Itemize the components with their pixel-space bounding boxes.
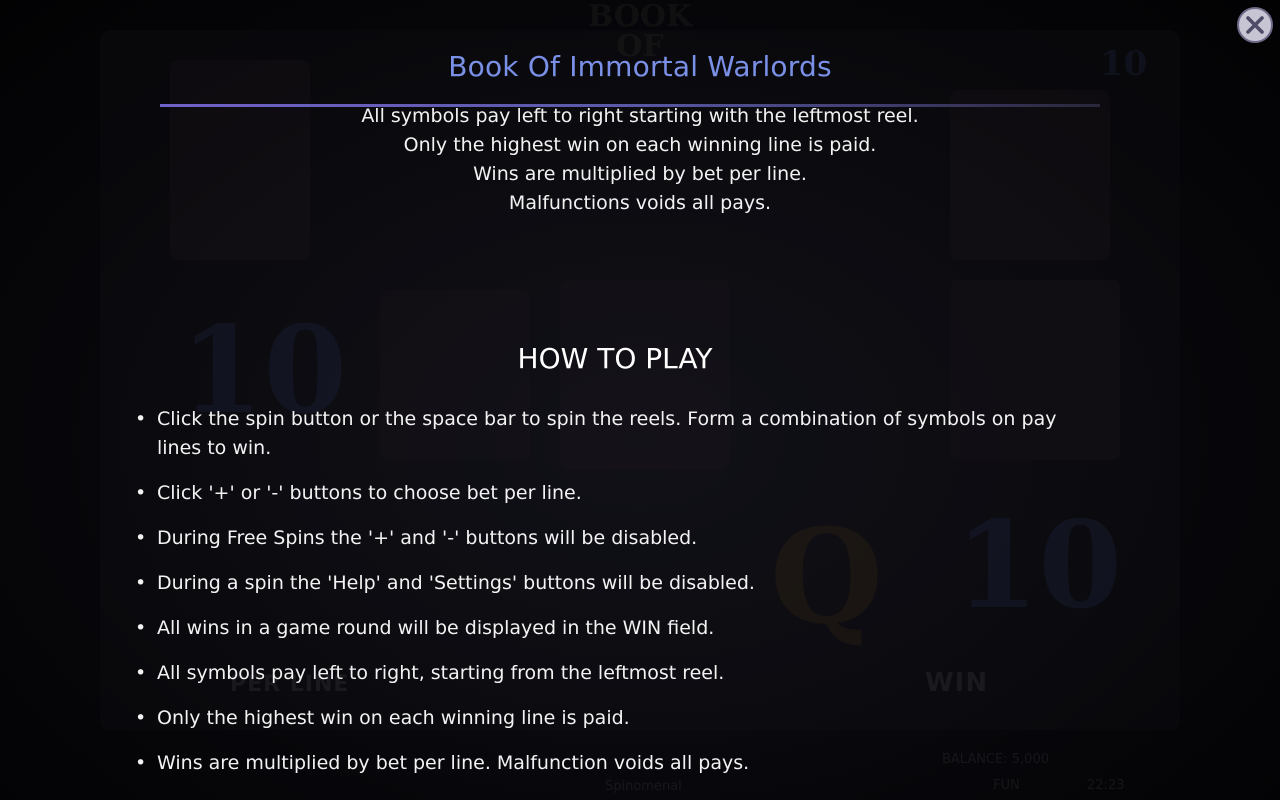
bullet: • xyxy=(135,408,147,430)
rule-text: Only the highest win on each winning lin… xyxy=(157,707,630,729)
game-title: Book Of Immortal Warlords xyxy=(448,50,832,83)
bullet: • xyxy=(135,707,147,729)
rule-text: Click the spin button or the space bar t… xyxy=(157,408,1057,459)
list-item: • Wins are multiplied by bet per line. Ma… xyxy=(135,749,1085,778)
bullet: • xyxy=(135,572,147,594)
how-to-play-list: • Click the spin button or the space bar … xyxy=(135,405,1085,794)
list-item: • Click the spin button or the space bar … xyxy=(135,405,1085,463)
rule-text: All symbols pay left to right, starting … xyxy=(157,662,725,684)
how-to-play-heading: HOW TO PLAY xyxy=(517,342,713,375)
game-help-screen: BOOK OF 10 10 10 Q PER LINE WIN BALANCE:… xyxy=(0,0,1280,800)
bullet: • xyxy=(135,617,147,639)
list-item: • Click '+' or '-' buttons to choose bet … xyxy=(135,479,1085,508)
bullet: • xyxy=(135,527,147,549)
bullet: • xyxy=(135,662,147,684)
intro-line: All symbols pay left to right starting w… xyxy=(361,105,919,127)
rule-text: Wins are multiplied by bet per line. Mal… xyxy=(157,752,750,774)
background-clock: 22:23 xyxy=(1087,778,1125,793)
intro-line: Only the highest win on each winning lin… xyxy=(403,134,877,156)
list-item: • Only the highest win on each winning li… xyxy=(135,704,1085,733)
list-item: • All symbols pay left to right, starting… xyxy=(135,659,1085,688)
list-item: • All wins in a game round will be displa… xyxy=(135,614,1085,643)
intro-line: Malfunctions voids all pays. xyxy=(508,192,772,214)
rule-text: During a spin the 'Help' and 'Settings' … xyxy=(157,572,755,594)
intro-line: Wins are multiplied by bet per line. xyxy=(473,163,807,185)
close-icon xyxy=(1246,16,1264,34)
close-button[interactable] xyxy=(1237,7,1273,43)
intro-text: All symbols pay left to right starting w… xyxy=(0,102,1280,218)
list-item: • During a spin the 'Help' and 'Settings'… xyxy=(135,569,1085,598)
bullet: • xyxy=(135,752,147,774)
bullet: • xyxy=(135,482,147,504)
list-item: • During Free Spins the '+' and '-' butto… xyxy=(135,524,1085,553)
rule-text: All wins in a game round will be display… xyxy=(157,617,715,639)
rule-text: Click '+' or '-' buttons to choose bet p… xyxy=(157,482,582,504)
rule-text: During Free Spins the '+' and '-' button… xyxy=(157,527,698,549)
